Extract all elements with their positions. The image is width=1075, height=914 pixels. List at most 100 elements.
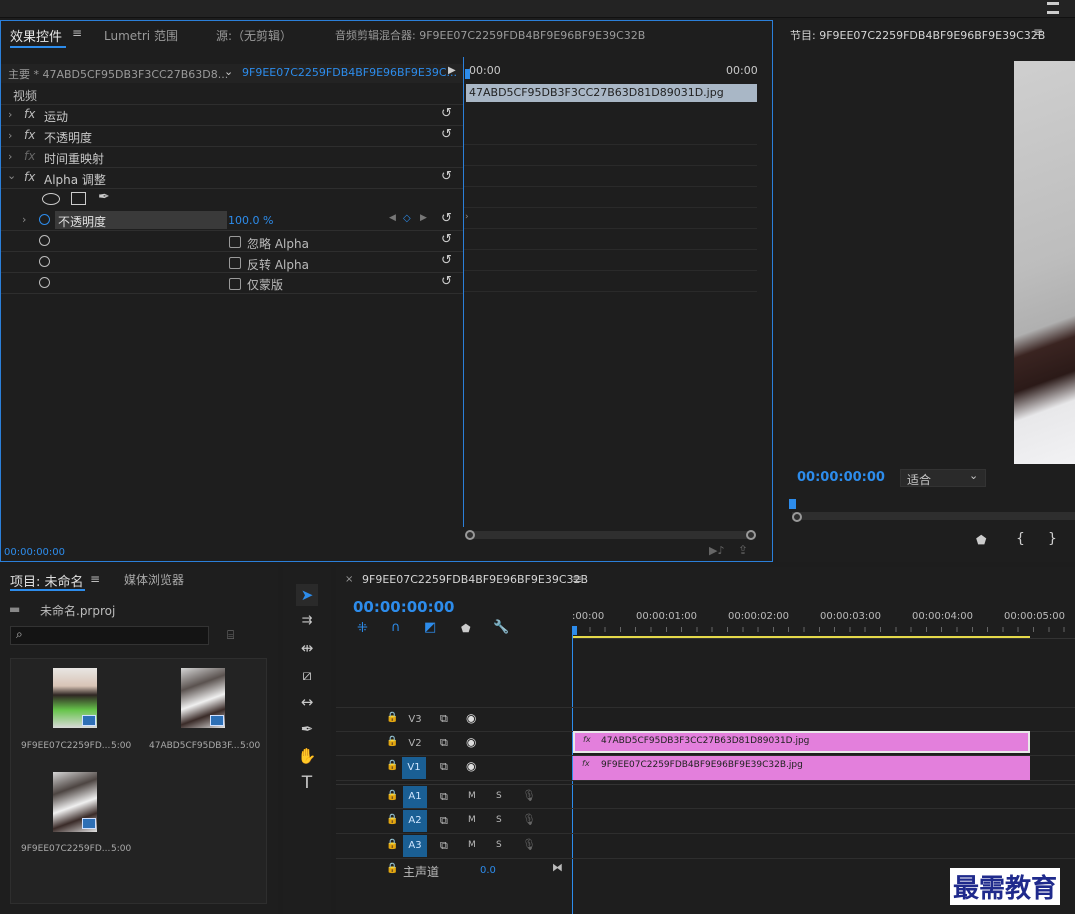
track-a2[interactable]: 🔒 A2 ⧉ M S 🎙	[336, 809, 1075, 834]
chevron-right-icon[interactable]: ›	[22, 213, 26, 226]
mute-button[interactable]: M	[468, 791, 476, 801]
mini-playhead[interactable]	[465, 69, 470, 79]
add-marker-icon[interactable]: ⬟	[976, 533, 986, 547]
reset-icon[interactable]: ↺	[441, 127, 452, 142]
work-area-bar[interactable]	[572, 636, 1030, 638]
play-audio-icon[interactable]: ▶♪	[709, 544, 724, 557]
property-row-mask-only[interactable]: 仅蒙版 ↺	[1, 273, 463, 294]
track-label-a2[interactable]: A2	[403, 810, 427, 832]
lock-icon[interactable]: 🔒	[386, 790, 398, 801]
pen-tool-icon[interactable]: ✒	[296, 718, 318, 740]
effect-row-alpha-adjust[interactable]: ⌄ fx Alpha 调整 ↺	[1, 168, 463, 189]
toggle-sync-icon[interactable]: ⧉	[440, 736, 448, 750]
timeline-playhead-head[interactable]	[572, 626, 577, 635]
effect-controls-timecode[interactable]: 00:00:00:00	[4, 547, 65, 558]
program-scrubber[interactable]	[792, 512, 1075, 520]
master-volume-value[interactable]: 0.0	[480, 865, 496, 876]
eye-icon[interactable]: ◉	[466, 759, 476, 773]
next-keyframe-icon[interactable]: ▶	[420, 213, 427, 223]
scroll-handle-left[interactable]	[465, 530, 475, 540]
razor-tool-icon[interactable]: ⧄	[296, 664, 318, 686]
mute-button[interactable]: M	[468, 815, 476, 825]
toggle-sync-icon[interactable]: ⧉	[440, 839, 448, 853]
project-item[interactable]: 9F9EE07C2259FD... 5:00	[11, 659, 138, 765]
wrench-icon[interactable]: 🔧	[493, 620, 509, 635]
slip-tool-icon[interactable]: ↔	[296, 691, 318, 713]
scroll-handle-right[interactable]	[746, 530, 756, 540]
pen-mask-icon[interactable]: ✒	[98, 189, 110, 205]
track-label-v2[interactable]: V2	[403, 733, 427, 755]
selection-tool-icon[interactable]: ➤	[296, 584, 318, 606]
toggle-sync-icon[interactable]: ⧉	[440, 760, 448, 774]
program-zoom-handle[interactable]	[792, 512, 802, 522]
toggle-sync-icon[interactable]: ⧉	[440, 712, 448, 726]
prev-keyframe-icon[interactable]: ◀	[389, 213, 396, 223]
mini-timeline[interactable]: 00:00 00:00 47ABD5CF95DB3F3CC27B63D81D89…	[463, 57, 772, 527]
track-select-tool-icon[interactable]: ⇉	[296, 610, 318, 632]
eye-icon[interactable]: ◉	[466, 711, 476, 725]
type-tool-icon[interactable]: T	[296, 772, 318, 794]
property-row-ignore-alpha[interactable]: 忽略 Alpha ↺	[1, 231, 463, 252]
opacity-value[interactable]: 100.0 %	[228, 214, 273, 227]
lock-icon[interactable]: 🔒	[386, 814, 398, 825]
mark-out-icon[interactable]: }	[1048, 531, 1057, 547]
tab-source[interactable]: 源:（无剪辑）	[216, 27, 292, 44]
effect-row-motion[interactable]: › fx 运动 ↺	[1, 105, 463, 126]
effect-row-opacity[interactable]: › fx 不透明度 ↺	[1, 126, 463, 147]
export-frame-icon[interactable]: ⇪	[738, 543, 748, 557]
track-a3[interactable]: 🔒 A3 ⧉ M S 🎙	[336, 834, 1075, 859]
ignore-alpha-checkbox[interactable]	[229, 236, 241, 248]
nest-icon[interactable]: ⁜	[357, 621, 368, 636]
timeline-title[interactable]: 9F9EE07C2259FDB4BF9E96BF9E39C32B	[362, 573, 588, 586]
reset-icon[interactable]: ↺	[441, 211, 452, 226]
chevron-down-icon[interactable]: ⌄	[7, 169, 16, 182]
program-menu-icon[interactable]: ≡	[1033, 25, 1043, 39]
top-menu-icon[interactable]	[1047, 2, 1059, 14]
reset-icon[interactable]: ↺	[441, 169, 452, 184]
chevron-right-icon[interactable]: ›	[8, 108, 12, 121]
tab-project[interactable]: 项目: 未命名	[10, 571, 84, 590]
track-label-v3[interactable]: V3	[403, 709, 427, 731]
microphone-icon[interactable]: 🎙	[522, 838, 536, 851]
stopwatch-icon[interactable]	[39, 256, 50, 267]
microphone-icon[interactable]: 🎙	[522, 813, 536, 826]
rectangle-mask-icon[interactable]	[71, 192, 86, 205]
close-tab-icon[interactable]: ×	[345, 574, 353, 585]
lock-icon[interactable]: 🔒	[386, 863, 398, 874]
tab-effect-controls[interactable]: 效果控件	[10, 26, 62, 45]
sequence-clip-label[interactable]: 9F9EE07C2259FDB4BF9E96BF9E39C...	[242, 66, 457, 79]
tab-menu-icon[interactable]: ≡	[72, 26, 82, 40]
timeline-ruler[interactable]: :00:00 00:00:01:00 00:00:02:00 00:00:03:…	[572, 603, 1075, 639]
track-label-a1[interactable]: A1	[403, 786, 427, 808]
toggle-sync-icon[interactable]: ⧉	[440, 790, 448, 804]
eye-icon[interactable]: ◉	[466, 735, 476, 749]
solo-button[interactable]: S	[496, 791, 502, 801]
lock-icon[interactable]: 🔒	[386, 839, 398, 850]
track-a1[interactable]: 🔒 A1 ⧉ M S 🎙	[336, 784, 1075, 809]
clip-v2[interactable]: fx 47ABD5CF95DB3F3CC27B63D81D89031D.jpg	[573, 731, 1030, 753]
project-item[interactable]: 47ABD5CF95DB3F... 5:00	[139, 659, 268, 765]
add-keyframe-icon[interactable]: ◇	[403, 213, 411, 224]
mini-timeline-scrollbar[interactable]	[465, 530, 756, 540]
stopwatch-icon[interactable]	[39, 214, 50, 225]
microphone-icon[interactable]: 🎙	[522, 789, 536, 802]
go-to-end-icon[interactable]: ⧓	[552, 861, 563, 874]
lock-icon[interactable]: 🔒	[386, 736, 398, 747]
track-v3[interactable]: 🔒 V3 ⧉ ◉	[336, 707, 1075, 732]
timeline-menu-icon[interactable]: ≡	[572, 572, 582, 586]
tab-lumetri-scopes[interactable]: Lumetri 范围	[104, 27, 178, 44]
stopwatch-icon[interactable]	[39, 277, 50, 288]
lock-icon[interactable]: 🔒	[386, 760, 398, 771]
mask-only-checkbox[interactable]	[229, 278, 241, 290]
project-search-input[interactable]: ⌕	[10, 626, 209, 645]
ellipse-mask-icon[interactable]	[42, 193, 60, 205]
project-menu-icon[interactable]: ≡	[90, 572, 100, 586]
snap-icon[interactable]: ∩	[391, 620, 401, 635]
fit-dropdown[interactable]: 适合 ⌄	[900, 469, 986, 487]
hand-tool-icon[interactable]: ✋	[296, 745, 318, 767]
reset-icon[interactable]: ↺	[441, 253, 452, 268]
lock-icon[interactable]: 🔒	[386, 712, 398, 723]
program-playhead[interactable]	[789, 499, 796, 509]
reset-icon[interactable]: ↺	[441, 106, 452, 121]
stopwatch-icon[interactable]	[39, 235, 50, 246]
